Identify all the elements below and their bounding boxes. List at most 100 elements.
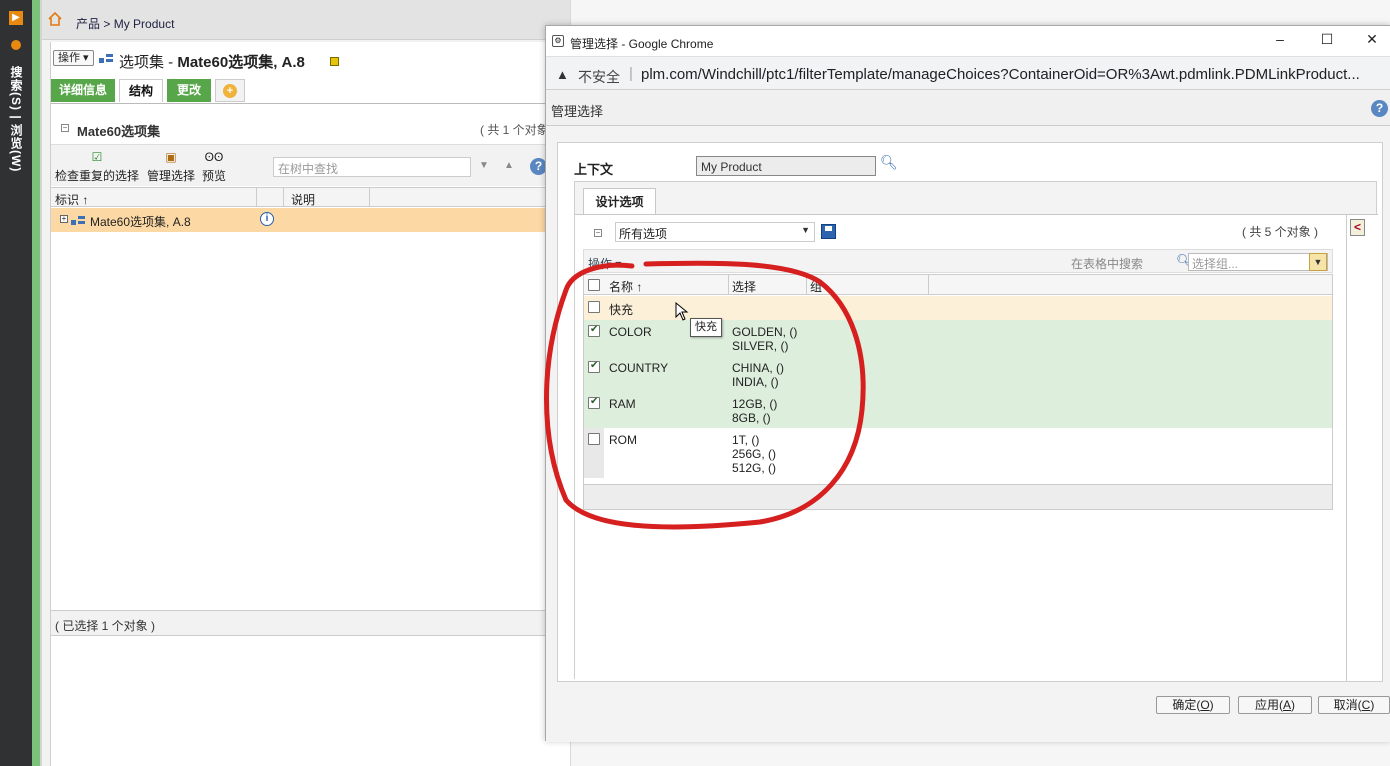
row-label[interactable]: Mate60选项集, A.8: [90, 213, 191, 230]
row-choices: 12GB, () 8GB, (): [732, 397, 778, 425]
filter-down-icon[interactable]: ▼: [479, 160, 489, 171]
preview-button[interactable]: ʘʘ 预览: [199, 149, 229, 184]
row-name: 快充: [609, 303, 634, 317]
rail-accent: [32, 0, 40, 766]
cancel-button[interactable]: 取消(C): [1318, 696, 1390, 714]
row-name: ROM: [609, 433, 637, 447]
table-row[interactable]: RAM 12GB, ()8GB, (): [584, 392, 1332, 428]
add-tab-icon: +: [223, 84, 237, 98]
add-tab-button[interactable]: +: [215, 79, 245, 102]
column-description[interactable]: 说明: [291, 191, 315, 208]
maximize-icon[interactable]: ☐: [1317, 31, 1337, 48]
pin-icon[interactable]: [11, 40, 21, 50]
main-panel: 产品 > My Product 操作 ▾ 选项集 - Mate60选项集, A.…: [42, 0, 591, 766]
selection-status: ( 已选择 1 个对象 ): [51, 610, 591, 636]
apply-button[interactable]: 应用(A): [1238, 696, 1312, 714]
dropdown-arrow-icon: ▾: [80, 52, 89, 64]
row-checkbox[interactable]: [588, 396, 600, 409]
table-search-input[interactable]: 在表格中搜索: [1068, 253, 1172, 271]
object-count: ( 共 1 个对象: [480, 123, 549, 137]
manage-choices-button[interactable]: ▣ 管理选择: [145, 149, 197, 184]
info-icon[interactable]: i: [260, 212, 274, 226]
filter-up-icon[interactable]: ▲: [504, 160, 514, 171]
breadcrumb: 产品 > My Product: [42, 0, 590, 40]
column-choice[interactable]: 选择: [732, 278, 756, 295]
not-secure-label[interactable]: 不安全: [578, 67, 620, 87]
tab-changes[interactable]: 更改: [167, 79, 211, 102]
group-select[interactable]: 选择组... ▼: [1188, 253, 1328, 271]
manage-choices-window: ⚙ 管理选择 - Google Chrome – ☐ ✕ ▲ 不安全 | plm…: [545, 25, 1390, 742]
table-row[interactable]: 快充: [584, 296, 1332, 320]
row-checkbox[interactable]: [588, 360, 600, 373]
chevron-down-icon: ▼: [801, 225, 810, 235]
help-icon[interactable]: ?: [1371, 100, 1388, 117]
collapse-icon[interactable]: −: [61, 124, 69, 132]
close-icon[interactable]: ✕: [1362, 31, 1382, 48]
home-icon[interactable]: [48, 12, 62, 26]
actions-menu-button[interactable]: 操作 ▾: [53, 50, 94, 66]
view-filter-select[interactable]: 所有选项 ▼: [615, 222, 815, 242]
choices-table: 名称 ↑ 选择 组 快充 COL: [583, 274, 1333, 510]
window-titlebar: ⚙ 管理选择 - Google Chrome – ☐ ✕: [546, 26, 1390, 56]
row-name: COLOR: [609, 325, 652, 339]
breadcrumb-current-link[interactable]: My Product: [114, 17, 175, 31]
option-set-panel: 操作 ▾ 选项集 - Mate60选项集, A.8 详细信息 结构 更改 + −…: [50, 42, 591, 766]
context-field[interactable]: My Product: [696, 156, 876, 176]
mouse-cursor-icon: [675, 302, 689, 321]
tab-design-options[interactable]: 设计选项: [583, 188, 656, 215]
chevron-down-icon: ▼: [1309, 253, 1327, 271]
expand-icon[interactable]: +: [60, 215, 68, 223]
row-name: RAM: [609, 397, 636, 411]
row-checkbox[interactable]: [588, 324, 600, 337]
ok-button[interactable]: 确定(O): [1156, 696, 1230, 714]
breadcrumb-separator: >: [103, 17, 111, 31]
tooltip: 快充: [690, 318, 722, 337]
collapse-side-panel-icon[interactable]: <: [1350, 219, 1365, 236]
table-footer: [584, 484, 1332, 509]
option-set-icon: [99, 54, 113, 63]
dialog-buttons: 确定(O) 应用(A) 取消(C): [546, 686, 1390, 742]
row-checkbox[interactable]: [588, 301, 600, 313]
section-header: − Mate60选项集 ( 共 1 个对象: [51, 112, 591, 142]
column-id[interactable]: 标识 ↑: [55, 191, 88, 208]
checkmark-icon: ☑: [91, 150, 103, 164]
warning-icon[interactable]: ▲: [556, 67, 569, 82]
object-count: ( 共 5 个对象 ): [1242, 225, 1319, 239]
edit-icon[interactable]: [330, 57, 339, 66]
row-choices: 1T, () 256G, () 512G, (): [732, 433, 777, 475]
tree-grid-header: 标识 ↑ 说明: [51, 187, 591, 207]
select-all-checkbox[interactable]: [588, 279, 600, 291]
rail-search-browse-label[interactable]: 搜索(S) | 浏览(W): [7, 66, 25, 172]
dialog-body: 上下文 My Product 🔍︎ 设计选项 − 所有选项 ▼ ( 共 5 个对…: [546, 126, 1390, 742]
minimize-icon[interactable]: –: [1270, 31, 1290, 47]
row-choices: GOLDEN, () SILVER, (): [732, 325, 798, 353]
tab-details[interactable]: 详细信息: [51, 79, 115, 102]
row-choices: CHINA, () INDIA, (): [732, 361, 784, 389]
row-name: COUNTRY: [609, 361, 669, 375]
address-bar: ▲ 不安全 | plm.com/Windchill/ptc1/filterTem…: [546, 56, 1390, 90]
column-group[interactable]: 组: [810, 278, 822, 295]
left-rail: ▶ 搜索(S) | 浏览(W): [0, 0, 32, 766]
dialog-header: 管理选择 ?: [546, 90, 1390, 126]
context-label: 上下文: [574, 162, 614, 177]
table-row[interactable]: ROM 1T, () 256G, () 512G, (): [584, 428, 1332, 478]
dialog-title: 管理选择: [551, 104, 604, 119]
context-search-icon[interactable]: 🔍︎: [880, 154, 898, 171]
save-icon[interactable]: [821, 224, 836, 239]
actions-menu-button[interactable]: 操作 ▾: [588, 255, 621, 272]
breadcrumb-products-link[interactable]: 产品: [76, 17, 100, 31]
check-duplicate-choices-button[interactable]: ☑ 检查重复的选择: [55, 149, 139, 184]
tree-toolbar: ☑ 检查重复的选择 ▣ 管理选择 ʘʘ 预览 在树中查找 ▼ ▲ ?: [51, 144, 591, 186]
window-title: 管理选择 - Google Chrome: [570, 37, 714, 51]
tab-structure[interactable]: 结构: [119, 79, 163, 102]
collapse-icon[interactable]: −: [594, 229, 602, 237]
app-icon: ⚙: [552, 35, 564, 47]
section-title: Mate60选项集: [77, 124, 161, 139]
url-text[interactable]: plm.com/Windchill/ptc1/filterTemplate/ma…: [641, 66, 1381, 83]
table-row[interactable]: + Mate60选项集, A.8 i: [51, 208, 591, 232]
expand-rail-icon[interactable]: ▶: [9, 11, 23, 25]
row-checkbox[interactable]: [588, 433, 600, 445]
tree-search-input[interactable]: 在树中查找: [273, 157, 471, 177]
table-row[interactable]: COUNTRY CHINA, ()INDIA, (): [584, 356, 1332, 392]
column-name[interactable]: 名称 ↑: [609, 278, 642, 295]
